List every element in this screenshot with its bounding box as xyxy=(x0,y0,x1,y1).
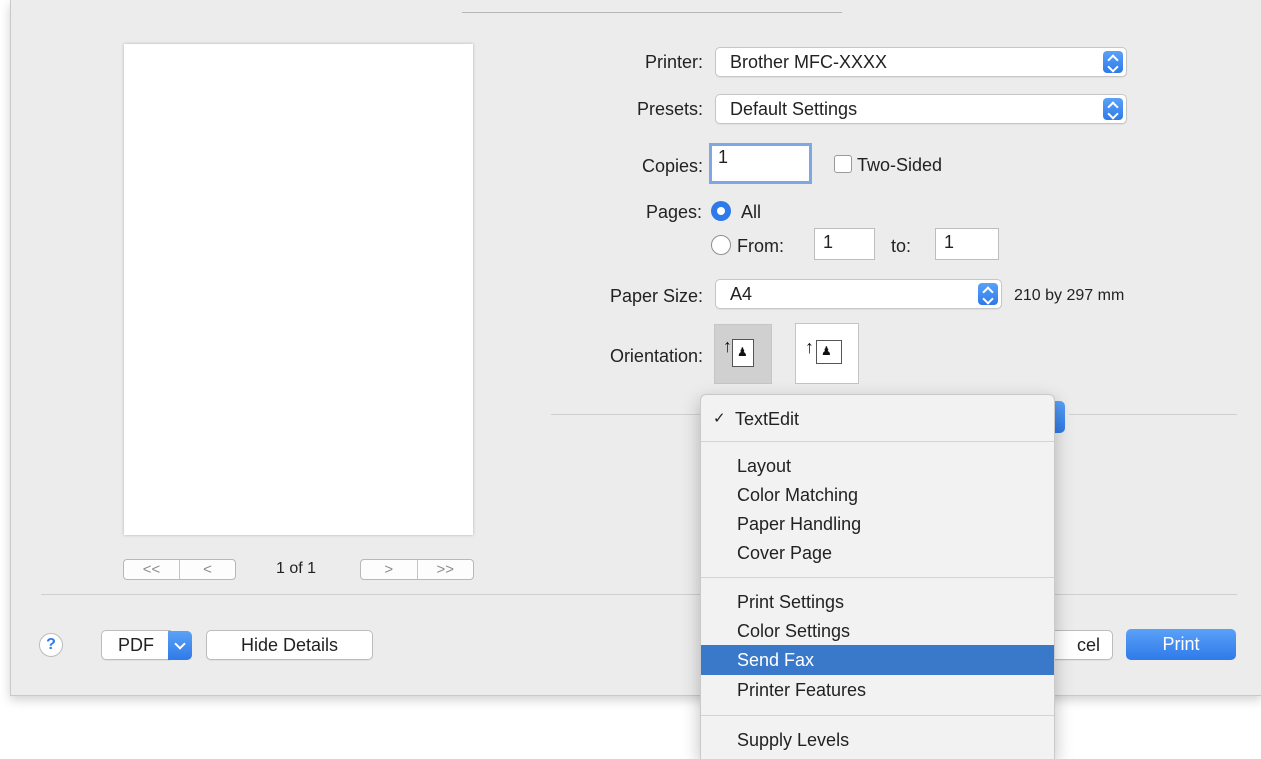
presets-popup[interactable]: Default Settings xyxy=(715,94,1127,124)
title-strip xyxy=(462,0,842,13)
panel-menu: ✓ TextEdit Layout Color Matching Paper H… xyxy=(700,394,1055,759)
menu-item-send-fax[interactable]: Send Fax xyxy=(701,645,1054,675)
paper-dimensions: 210 by 297 mm xyxy=(1014,287,1125,304)
printer-label: Printer: xyxy=(644,52,703,72)
menu-item-printer-features[interactable]: Printer Features xyxy=(701,675,1054,705)
pages-from-field[interactable]: 1 xyxy=(814,228,875,260)
pages-to-field[interactable]: 1 xyxy=(935,228,999,260)
pages-to-label: to: xyxy=(891,236,912,256)
preview-nav-back: << < xyxy=(123,559,236,580)
popup-stepper-icon xyxy=(1103,51,1123,73)
pages-from-radio[interactable] xyxy=(711,235,731,255)
hide-details-button[interactable]: Hide Details xyxy=(206,630,373,660)
page-preview xyxy=(124,44,473,535)
last-page-button[interactable]: >> xyxy=(416,560,474,579)
presets-label: Presets: xyxy=(636,99,703,119)
next-page-button[interactable]: > xyxy=(361,560,417,579)
menu-item-print-settings[interactable]: Print Settings xyxy=(701,587,1054,617)
popup-stepper-icon xyxy=(978,283,998,305)
page-count: 1 of 1 xyxy=(276,560,317,577)
pdf-button[interactable]: PDF xyxy=(101,630,171,660)
two-sided-checkbox[interactable] xyxy=(834,155,852,173)
popup-stepper-icon xyxy=(1103,98,1123,120)
orientation-label: Orientation: xyxy=(609,346,703,366)
pages-all-radio[interactable] xyxy=(711,201,731,221)
paper-size-value: A4 xyxy=(730,284,753,304)
section-divider xyxy=(551,414,701,415)
person-icon: ♟ xyxy=(821,344,832,358)
up-arrow-icon: ↑ xyxy=(723,336,732,356)
pages-label: Pages: xyxy=(645,202,702,222)
paper-size-popup[interactable]: A4 xyxy=(715,279,1002,309)
menu-separator xyxy=(701,715,1054,716)
portrait-orientation-button[interactable]: ↑ ♟ xyxy=(714,324,772,384)
menu-separator xyxy=(701,577,1054,578)
landscape-orientation-button[interactable]: ↑ ♟ xyxy=(795,323,859,384)
section-divider xyxy=(1069,414,1237,415)
person-icon: ♟ xyxy=(737,345,748,359)
printer-popup[interactable]: Brother MFC-XXXX xyxy=(715,47,1127,77)
preview-nav-forward: > >> xyxy=(360,559,474,580)
menu-item-textedit[interactable]: ✓ TextEdit xyxy=(701,404,1054,434)
pages-all-label: All xyxy=(741,202,762,222)
up-arrow-icon: ↑ xyxy=(805,337,814,357)
copies-field[interactable]: 1 xyxy=(709,143,812,184)
print-button[interactable]: Print xyxy=(1126,629,1236,660)
print-dialog: << < 1 of 1 > >> Printer: Brother MFC-XX… xyxy=(10,0,1261,696)
footer-divider xyxy=(41,594,1237,595)
chevron-down-icon[interactable] xyxy=(168,631,192,660)
menu-item-paper-handling[interactable]: Paper Handling xyxy=(701,509,1054,539)
checkmark-icon: ✓ xyxy=(713,410,726,427)
two-sided-label: Two-Sided xyxy=(857,155,943,175)
presets-value: Default Settings xyxy=(730,99,858,119)
menu-item-cover-page[interactable]: Cover Page xyxy=(701,538,1054,568)
pages-from-label: From: xyxy=(737,236,784,256)
help-button[interactable]: ? xyxy=(39,633,63,657)
menu-item-supply-levels[interactable]: Supply Levels xyxy=(701,725,1054,755)
menu-item-layout[interactable]: Layout xyxy=(701,451,1054,481)
copies-label: Copies: xyxy=(641,156,703,176)
previous-page-button[interactable]: < xyxy=(179,560,235,579)
menu-separator xyxy=(701,441,1054,442)
printer-value: Brother MFC-XXXX xyxy=(730,52,888,72)
menu-item-color-matching[interactable]: Color Matching xyxy=(701,480,1054,510)
first-page-button[interactable]: << xyxy=(124,560,179,579)
paper-size-label: Paper Size: xyxy=(609,286,703,306)
menu-item-color-settings[interactable]: Color Settings xyxy=(701,616,1054,646)
